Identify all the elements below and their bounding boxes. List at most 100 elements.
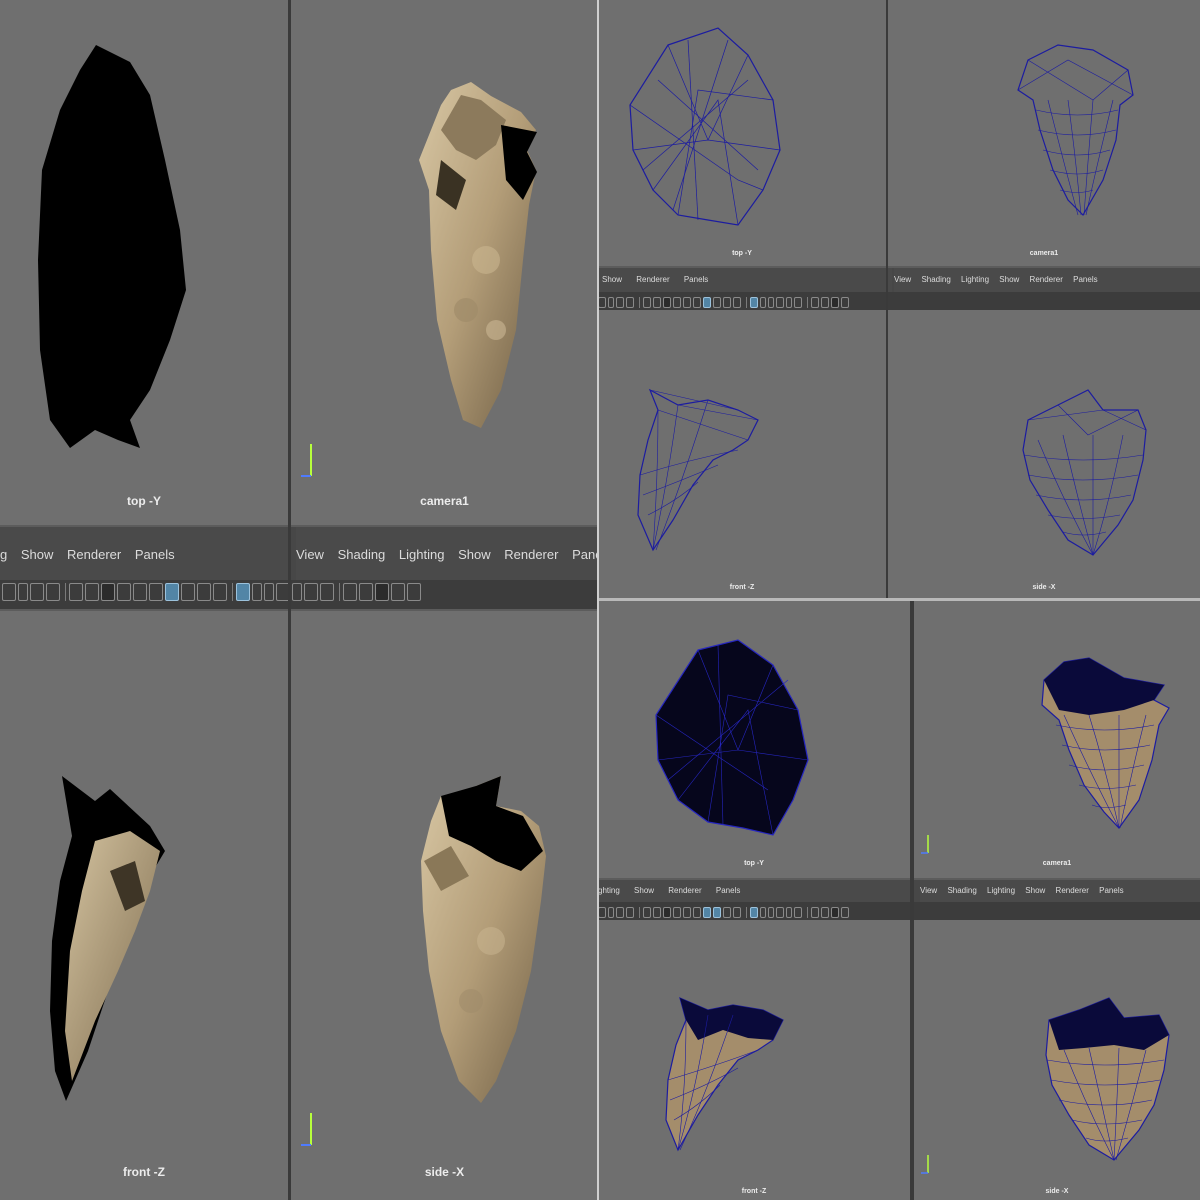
panel-icon[interactable] <box>760 907 766 919</box>
grid-icon[interactable] <box>643 297 651 309</box>
pencil-icon[interactable] <box>794 297 802 309</box>
grid-icon[interactable] <box>811 297 819 309</box>
menu-item[interactable]: Renderer <box>636 268 669 292</box>
panel-icon[interactable] <box>768 907 774 919</box>
panel-icon[interactable] <box>252 583 262 601</box>
menu-item[interactable]: Show <box>999 268 1019 292</box>
film-gate-icon[interactable] <box>85 583 99 601</box>
safe-action-icon[interactable] <box>117 583 131 601</box>
wireframe-cube-icon[interactable] <box>165 583 179 601</box>
viewport-top[interactable]: top -Y <box>598 0 886 266</box>
bookmark-icon[interactable] <box>18 583 28 601</box>
grid-icon[interactable] <box>343 583 357 601</box>
menu-item[interactable]: Renderer <box>504 527 558 583</box>
viewport-front[interactable]: front -Z <box>0 611 288 1200</box>
field-chart-icon[interactable] <box>683 907 691 919</box>
menu-item[interactable]: Panels <box>684 268 708 292</box>
menu-item[interactable]: Lighting <box>987 880 1015 902</box>
viewport-front[interactable]: front -Z <box>598 920 910 1200</box>
menu-item[interactable]: Panels <box>572 527 598 583</box>
bookmark-icon[interactable] <box>608 297 614 309</box>
grid-icon[interactable] <box>69 583 83 601</box>
menu-item[interactable]: Show <box>21 527 54 583</box>
film-gate-icon[interactable] <box>653 297 661 309</box>
smooth-shade-icon[interactable] <box>713 297 721 309</box>
menu-item[interactable]: Panels <box>135 527 175 583</box>
menu-item[interactable]: Renderer <box>668 880 701 902</box>
menu-item[interactable]: Shading <box>338 527 386 583</box>
viewport-camera[interactable]: camera1 <box>914 600 1200 878</box>
menu-item[interactable]: Panels <box>1099 880 1123 902</box>
field-chart-icon[interactable] <box>407 583 421 601</box>
field-chart-icon[interactable] <box>133 583 147 601</box>
texture-icon[interactable] <box>197 583 211 601</box>
menu-item[interactable]: Shading <box>947 880 976 902</box>
safe-action-icon[interactable] <box>673 297 681 309</box>
viewport-camera[interactable]: camera1 <box>888 0 1200 266</box>
resolution-gate-icon[interactable] <box>831 907 839 919</box>
menu-item[interactable]: Show <box>1025 880 1045 902</box>
isolate-icon[interactable] <box>149 583 163 601</box>
menu-item[interactable]: ghting <box>598 880 620 902</box>
bookmark-icon[interactable] <box>292 583 302 601</box>
film-gate-icon[interactable] <box>653 907 661 919</box>
viewport-top[interactable]: top -Y <box>598 600 910 878</box>
light-icon[interactable] <box>733 907 741 919</box>
camera-icon[interactable] <box>598 297 606 309</box>
pencil-icon[interactable] <box>616 297 624 309</box>
safe-action-icon[interactable] <box>391 583 405 601</box>
xray-icon[interactable] <box>750 907 758 919</box>
isolate-icon[interactable] <box>693 907 701 919</box>
pencil-icon[interactable] <box>304 583 318 601</box>
safe-action-icon[interactable] <box>841 297 849 309</box>
camera-icon[interactable] <box>598 907 606 919</box>
camera-icon[interactable] <box>2 583 16 601</box>
resolution-gate-icon[interactable] <box>663 907 671 919</box>
film-gate-icon[interactable] <box>821 907 829 919</box>
pencil-icon[interactable] <box>46 583 60 601</box>
menu-item[interactable]: g <box>0 527 7 583</box>
viewport-camera[interactable]: camera1 <box>291 0 598 525</box>
bookmark-icon[interactable] <box>786 907 792 919</box>
film-gate-icon[interactable] <box>359 583 373 601</box>
texture-icon[interactable] <box>723 907 731 919</box>
menu-item[interactable]: Panels <box>716 880 740 902</box>
resolution-gate-icon[interactable] <box>375 583 389 601</box>
menu-item[interactable]: Renderer <box>67 527 121 583</box>
resolution-gate-icon[interactable] <box>101 583 115 601</box>
light-icon[interactable] <box>213 583 227 601</box>
pencil-icon[interactable] <box>794 907 802 919</box>
smooth-shade-icon[interactable] <box>713 907 721 919</box>
isolate-icon[interactable] <box>693 297 701 309</box>
viewport-side[interactable]: side -X <box>914 920 1200 1200</box>
resolution-gate-icon[interactable] <box>663 297 671 309</box>
safe-action-icon[interactable] <box>673 907 681 919</box>
viewport-front[interactable]: front -Z <box>598 310 886 600</box>
menu-item[interactable]: Shading <box>921 268 950 292</box>
panel-icon[interactable] <box>760 297 766 309</box>
panel-icon[interactable] <box>768 297 774 309</box>
film-gate-icon[interactable] <box>821 297 829 309</box>
pencil-icon[interactable] <box>626 297 634 309</box>
camera-icon[interactable] <box>776 297 784 309</box>
menu-item[interactable]: Show <box>458 527 491 583</box>
viewport-side[interactable]: side -X <box>291 611 598 1200</box>
xray-icon[interactable] <box>236 583 250 601</box>
bookmark-icon[interactable] <box>786 297 792 309</box>
menu-item[interactable]: View <box>894 268 911 292</box>
pencil-icon[interactable] <box>30 583 44 601</box>
grid-icon[interactable] <box>811 907 819 919</box>
pencil-icon[interactable] <box>626 907 634 919</box>
smooth-shade-icon[interactable] <box>181 583 195 601</box>
menu-item[interactable]: Show <box>634 880 654 902</box>
texture-icon[interactable] <box>723 297 731 309</box>
menu-item[interactable]: View <box>296 527 324 583</box>
grid-icon[interactable] <box>643 907 651 919</box>
light-icon[interactable] <box>733 297 741 309</box>
menu-item[interactable]: Lighting <box>399 527 445 583</box>
menu-item[interactable]: Panels <box>1073 268 1097 292</box>
pencil-icon[interactable] <box>320 583 334 601</box>
wireframe-cube-icon[interactable] <box>703 907 711 919</box>
camera-icon[interactable] <box>776 907 784 919</box>
panel-icon[interactable] <box>264 583 274 601</box>
